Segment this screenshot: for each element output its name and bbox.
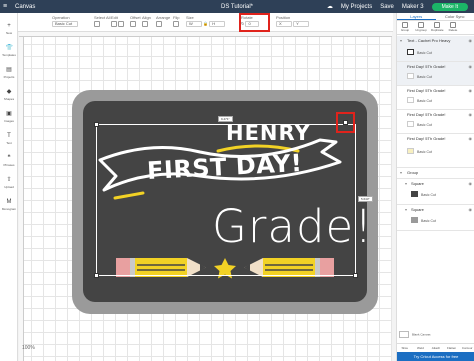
weld-button[interactable]: Weld: [413, 344, 429, 352]
flatten-button[interactable]: Flatten: [444, 344, 460, 352]
layers-panel: Layers Color Sync Group Ungroup Duplicat…: [396, 13, 474, 361]
layer-item[interactable]: ▾ Square Basic Cut ◉: [397, 179, 474, 205]
layer-thumbnail: [407, 148, 414, 154]
contour-button[interactable]: Contour: [459, 344, 474, 352]
eye-icon[interactable]: ◉: [469, 207, 473, 212]
combine-toolbar: Slice Weld Attach Flatten Contour: [397, 343, 474, 352]
blank-canvas-swatch: [399, 331, 409, 338]
resize-handle-bottom-right[interactable]: [353, 273, 358, 278]
layer-item[interactable]: First Day! 5Th Grade! Basic Cut ◉: [397, 110, 474, 134]
zoom-level[interactable]: 100%: [22, 345, 35, 351]
eye-icon[interactable]: ◉: [469, 38, 473, 43]
chevron-down-icon: ▾: [405, 207, 408, 212]
layer-thumbnail: [407, 121, 414, 127]
resize-handle-top-left[interactable]: [94, 122, 99, 127]
layer-item[interactable]: ▾ Square Basic Cut ◉: [397, 205, 474, 231]
layer-thumbnail: [407, 97, 414, 103]
eye-icon[interactable]: ◉: [469, 88, 473, 93]
ungroup-button[interactable]: Ungroup: [415, 22, 427, 33]
duplicate-button[interactable]: Duplicate: [431, 22, 444, 33]
rotate-handle-highlight: [336, 112, 355, 133]
layer-item[interactable]: First Day! 5Th Grade! Basic Cut ◉: [397, 134, 474, 168]
eye-icon[interactable]: ◉: [469, 112, 473, 117]
resize-handle-bottom-left[interactable]: [94, 273, 99, 278]
layer-group-item[interactable]: ▾ Group: [397, 168, 474, 179]
width-dimension: 9.471": [218, 116, 233, 122]
eye-icon[interactable]: ◉: [469, 136, 473, 141]
chevron-down-icon: ▾: [405, 181, 408, 186]
group-button[interactable]: Group: [399, 22, 411, 33]
slice-button[interactable]: Slice: [397, 344, 413, 352]
tab-layers[interactable]: Layers: [397, 13, 436, 20]
eye-icon[interactable]: ◉: [469, 64, 473, 69]
layer-item[interactable]: First Day! 5Th Grade! Basic Cut ◉: [397, 62, 474, 86]
eye-icon[interactable]: ◉: [469, 181, 473, 186]
cricut-access-banner[interactable]: Try Cricut Access for free: [397, 352, 474, 361]
blank-canvas-item[interactable]: Blank Canvas: [399, 331, 473, 343]
layer-thumbnail: [411, 191, 418, 197]
layer-item[interactable]: First Day! 5Th Grade! Basic Cut ◉: [397, 86, 474, 110]
attach-button[interactable]: Attach: [428, 344, 444, 352]
tab-color-sync[interactable]: Color Sync: [436, 13, 474, 20]
chevron-down-icon: ▾: [400, 170, 403, 175]
selection-bounding-box[interactable]: [96, 124, 356, 276]
layer-thumbnail: [411, 217, 418, 223]
delete-button[interactable]: Delete: [447, 22, 459, 33]
height-dimension: 5.643": [358, 196, 373, 202]
layer-thumbnail: [407, 73, 414, 79]
chevron-down-icon: ▾: [400, 38, 403, 43]
layer-item[interactable]: ▾ Text - Cachet Pro Heavy Basic Cut ◉: [397, 36, 474, 62]
layer-thumbnail: [407, 49, 414, 55]
